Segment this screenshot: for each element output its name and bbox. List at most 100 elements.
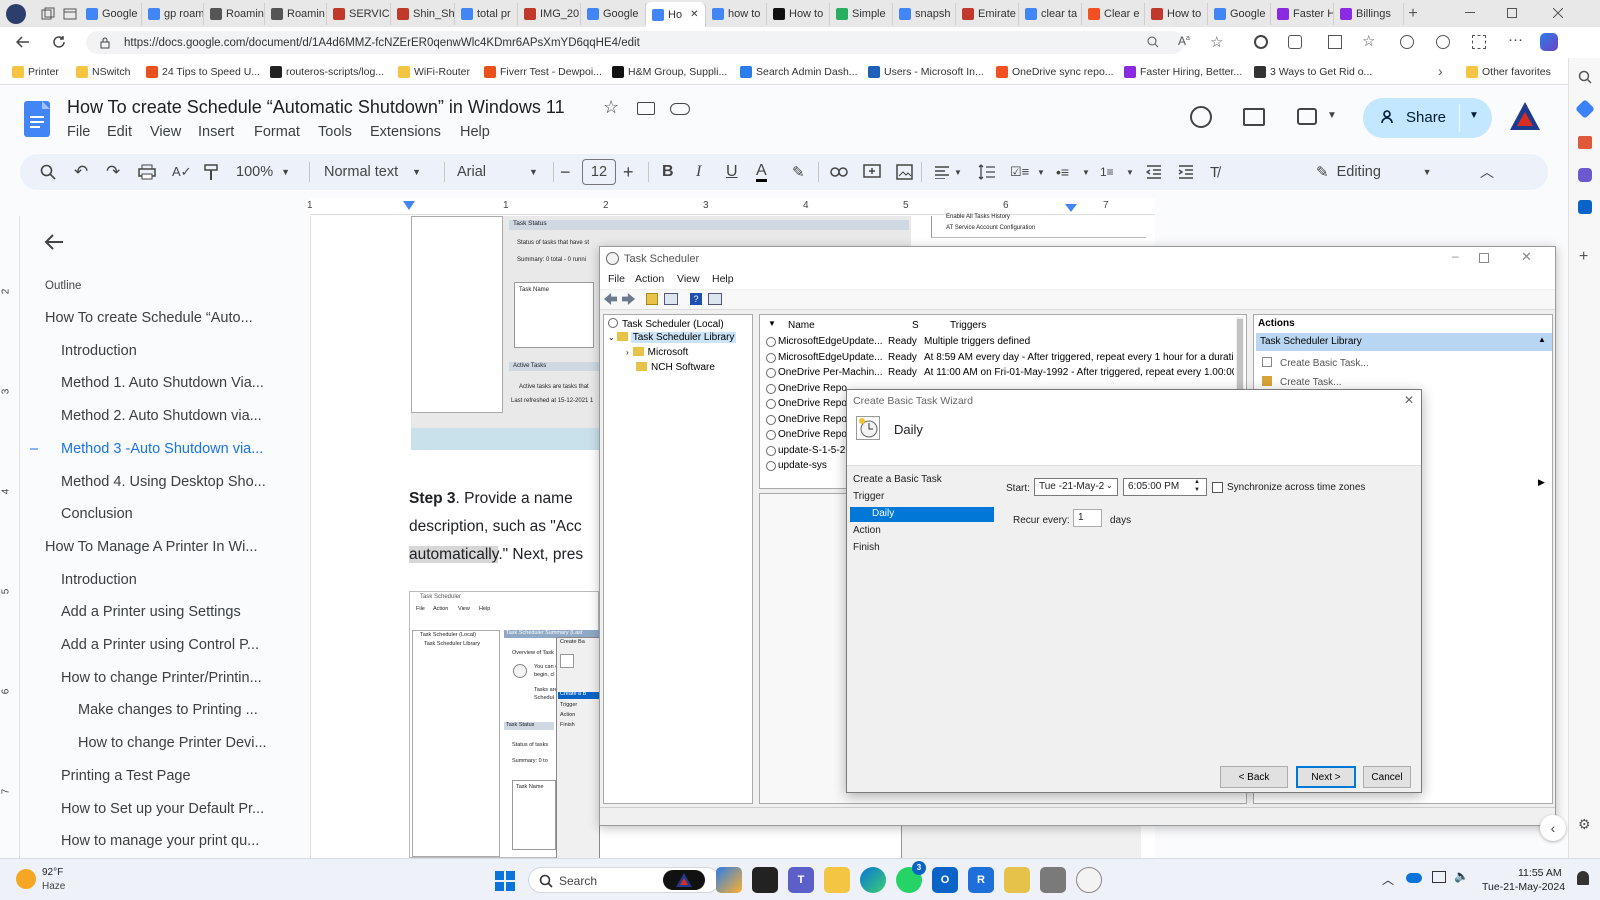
ts-menu-help[interactable]: Help bbox=[712, 273, 734, 285]
start-button[interactable] bbox=[495, 871, 515, 891]
browser-tab[interactable]: Google bbox=[581, 3, 646, 25]
font-size-input[interactable]: 12 bbox=[582, 159, 616, 185]
cloud-status-icon[interactable] bbox=[670, 103, 690, 115]
close-window-button[interactable] bbox=[1548, 5, 1568, 21]
outline-item[interactable]: Method 2. Auto Shutdown via... bbox=[61, 408, 262, 424]
screenshot-icon[interactable] bbox=[1472, 35, 1486, 49]
site-info-lock-icon[interactable] bbox=[98, 36, 112, 50]
star-icon[interactable]: ☆ bbox=[603, 97, 619, 118]
taskbar-remote-desktop-icon[interactable]: R bbox=[968, 867, 994, 893]
browser-tab[interactable]: SERVIC bbox=[327, 3, 391, 25]
browser-tab[interactable]: Shin_Sh bbox=[391, 3, 455, 25]
outline-item[interactable]: How to manage your print qu... bbox=[61, 833, 259, 849]
menu-tools[interactable]: Tools bbox=[318, 124, 352, 140]
copilot-icon[interactable] bbox=[1540, 33, 1558, 51]
more-menu-icon[interactable]: ··· bbox=[1508, 31, 1523, 48]
clock-date[interactable]: Tue-21-May-2024 bbox=[1482, 881, 1565, 893]
taskbar-task-scheduler-icon[interactable] bbox=[1076, 867, 1102, 893]
ts-help-icon[interactable]: ? bbox=[690, 293, 702, 305]
browser-tab[interactable]: how to bbox=[706, 3, 767, 25]
browser-tab[interactable]: Roamin bbox=[204, 3, 265, 25]
new-tab-button[interactable]: + bbox=[1404, 5, 1422, 23]
split-screen-icon[interactable] bbox=[1328, 35, 1342, 49]
clock-time[interactable]: 11:55 AM bbox=[1518, 867, 1562, 879]
highlight-color-icon[interactable]: ✎ bbox=[792, 162, 805, 182]
sort-chevron-icon[interactable]: ▼ bbox=[768, 319, 776, 328]
paragraph-style-select[interactable]: Normal text ▼ bbox=[324, 162, 432, 182]
align-icon[interactable] bbox=[934, 162, 950, 182]
add-comment-icon[interactable] bbox=[863, 162, 881, 182]
network-icon[interactable] bbox=[1432, 871, 1446, 883]
increase-indent-icon[interactable] bbox=[1178, 162, 1194, 182]
expand-right-chevron-icon[interactable]: ▶ bbox=[1538, 477, 1545, 488]
bookmark-item[interactable]: 3 Ways to Get Rid o... bbox=[1254, 63, 1372, 81]
tree-root[interactable]: Task Scheduler (Local) bbox=[608, 318, 724, 330]
italic-icon[interactable]: I bbox=[696, 162, 701, 182]
outline-item[interactable]: Conclusion bbox=[61, 506, 133, 522]
version-history-icon[interactable] bbox=[1190, 106, 1212, 128]
browser-tab[interactable]: Billings bbox=[1334, 3, 1404, 25]
taskbar-snipping-icon[interactable] bbox=[1040, 867, 1066, 893]
outline-item[interactable]: How to change Printer Devi... bbox=[78, 735, 267, 751]
ts-close-button[interactable]: ✕ bbox=[1521, 249, 1532, 265]
ts-maximize-button[interactable] bbox=[1479, 253, 1489, 263]
wizard-close-button[interactable]: ✕ bbox=[1404, 393, 1414, 407]
move-folder-icon[interactable] bbox=[637, 102, 655, 115]
spin-up-icon[interactable]: ▲ bbox=[1194, 479, 1200, 485]
editing-mode-select[interactable]: ✎ Editing ▼ bbox=[1316, 162, 1446, 182]
hide-menus-chevron-icon[interactable]: ︿ bbox=[1480, 162, 1494, 182]
favorites-icon[interactable]: ☆ bbox=[1362, 32, 1375, 50]
performance-icon[interactable] bbox=[1436, 35, 1450, 49]
menu-file[interactable]: File bbox=[67, 124, 90, 140]
print-icon[interactable] bbox=[138, 162, 156, 182]
paint-format-icon[interactable] bbox=[204, 162, 218, 182]
sidebar-outlook-icon[interactable] bbox=[1578, 200, 1592, 214]
taskbar-teams-icon[interactable]: T bbox=[788, 867, 814, 893]
font-family-select[interactable]: Arial ▼ bbox=[457, 162, 545, 182]
checklist-icon[interactable]: ☑≡ bbox=[1010, 162, 1029, 182]
menu-format[interactable]: Format bbox=[254, 124, 300, 140]
next-button[interactable]: Next > bbox=[1296, 766, 1356, 788]
sidebar-shopping-icon[interactable] bbox=[1575, 99, 1595, 119]
ts-back-icon[interactable] bbox=[604, 293, 617, 305]
onedrive-cloud-icon[interactable] bbox=[1406, 873, 1422, 883]
outline-item[interactable]: Introduction bbox=[61, 572, 137, 588]
account-avatar[interactable] bbox=[1508, 100, 1542, 134]
bold-icon[interactable]: B bbox=[662, 162, 674, 182]
ts-grid-icon[interactable] bbox=[664, 293, 678, 305]
bookmark-item[interactable]: H&M Group, Suppli... bbox=[612, 63, 727, 81]
action-create-task[interactable]: Create Task... bbox=[1262, 376, 1342, 388]
numbered-list-dropdown-icon[interactable]: ▼ bbox=[1126, 162, 1134, 182]
taskbar-whatsapp-icon[interactable]: 3 bbox=[896, 861, 926, 893]
checklist-dropdown-icon[interactable]: ▼ bbox=[1037, 162, 1045, 182]
favorite-star-icon[interactable]: ☆ bbox=[1210, 33, 1223, 51]
start-date-picker[interactable]: Tue -21-May-2 ⌄ bbox=[1034, 478, 1118, 496]
tree-microsoft[interactable]: › Microsoft bbox=[626, 347, 688, 358]
back-button[interactable]: < Back bbox=[1220, 766, 1288, 788]
browser-tab[interactable]: Google bbox=[1208, 3, 1271, 25]
browser-tab[interactable]: gp roam bbox=[142, 3, 204, 25]
taskbar-outlook-icon[interactable]: O bbox=[932, 867, 958, 893]
actions-group-header[interactable]: Task Scheduler Library ▲ bbox=[1256, 333, 1552, 351]
outline-item[interactable]: Make changes to Printing ... bbox=[78, 702, 258, 718]
bulleted-list-icon[interactable]: •≡ bbox=[1056, 162, 1069, 182]
browser-tab[interactable]: How to bbox=[1145, 3, 1208, 25]
ts-menu-view[interactable]: View bbox=[677, 273, 700, 285]
sync-label[interactable]: Synchronize across time zones bbox=[1227, 482, 1365, 493]
share-button[interactable]: Share ▼ bbox=[1363, 98, 1492, 138]
bookmark-item[interactable]: Users - Microsoft In... bbox=[868, 63, 984, 81]
extension-puzzle-icon[interactable] bbox=[1288, 35, 1302, 49]
sync-checkbox[interactable] bbox=[1212, 482, 1223, 493]
menu-help[interactable]: Help bbox=[460, 124, 490, 140]
docs-side-collapse-chevron-icon[interactable]: ‹ bbox=[1540, 815, 1566, 841]
meet-dropdown-icon[interactable]: ▼ bbox=[1327, 110, 1337, 121]
browser-tab[interactable]: Google bbox=[80, 3, 142, 25]
browser-tab[interactable]: Emirate bbox=[956, 3, 1019, 25]
zoom-icon[interactable] bbox=[1146, 35, 1160, 49]
close-tab-icon[interactable]: ✕ bbox=[690, 9, 698, 20]
read-aloud-icon[interactable]: Aa bbox=[1178, 34, 1190, 48]
back-arrow-icon[interactable] bbox=[14, 33, 32, 51]
right-indent-marker[interactable] bbox=[1065, 204, 1077, 212]
bookmark-item[interactable]: routeros-scripts/log... bbox=[270, 63, 384, 81]
align-dropdown-icon[interactable]: ▼ bbox=[954, 162, 962, 182]
